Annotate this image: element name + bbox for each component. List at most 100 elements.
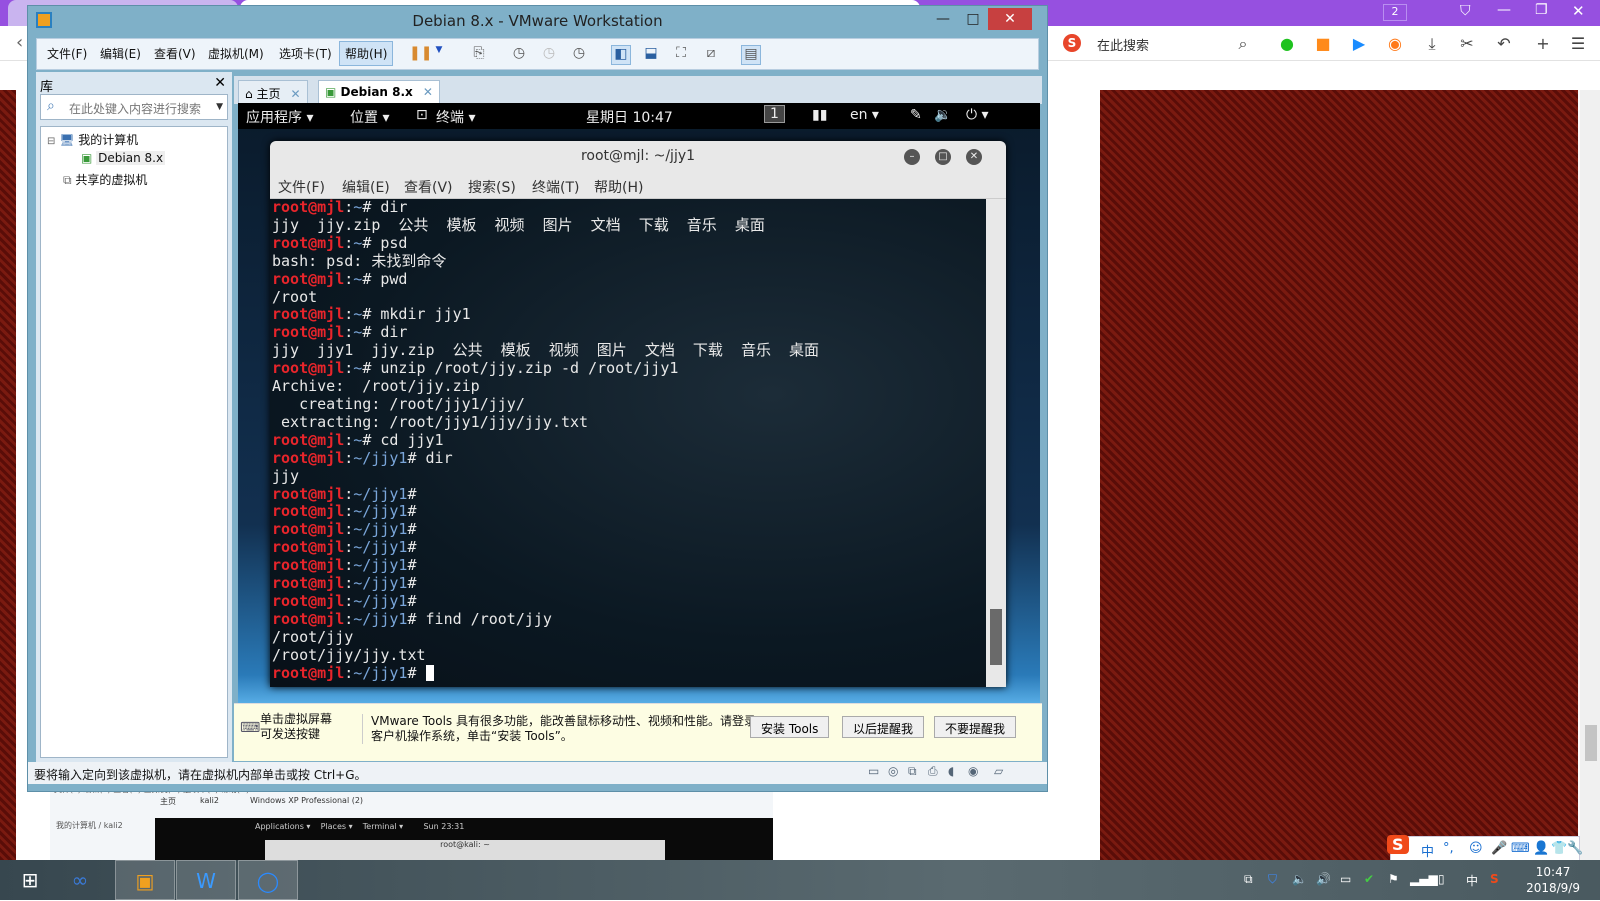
minimize-icon[interactable]: – [904, 149, 920, 165]
wrench-icon[interactable]: 🔧 [1567, 841, 1583, 856]
collapse-icon[interactable]: ⊟ [47, 136, 55, 147]
pause-icon[interactable]: ❚❚ [409, 45, 432, 65]
menu-edit[interactable]: 编辑(E) [100, 45, 141, 62]
menu-file[interactable]: 文件(F) [47, 45, 87, 62]
plus-icon[interactable]: + [1532, 34, 1554, 54]
menu-tabs[interactable]: 选项卡(T) [279, 45, 332, 62]
tray-shield-icon[interactable]: ⛉ [1268, 872, 1277, 887]
wps-taskbar-icon[interactable]: W [176, 860, 236, 900]
menu-icon[interactable]: ☰ [1567, 34, 1589, 54]
sogou-logo-icon[interactable]: S [1387, 835, 1409, 854]
camera-icon[interactable]: ▮▮ [812, 107, 827, 123]
tree-item-my-computer[interactable]: ⊟ 🖥 我的计算机 [47, 131, 138, 148]
dropdown-icon[interactable]: ▼ [216, 102, 223, 112]
tray-sogou-icon[interactable]: S [1490, 872, 1499, 886]
tray-battery-icon[interactable]: ▯ [1438, 872, 1445, 886]
tree-item-shared-vms[interactable]: ⧉ 共享的虚拟机 [63, 171, 147, 188]
never-remind-button[interactable]: 不要提醒我 [934, 716, 1017, 738]
play-icon[interactable]: ▶ [1348, 34, 1370, 54]
ime-lang-toggle[interactable]: 中 [1421, 841, 1434, 860]
tray-speaker-icon[interactable]: 🔈 [1292, 872, 1307, 886]
taskbar-clock[interactable]: 10:47 2018/9/9 [1526, 864, 1580, 896]
keyboard-icon[interactable]: ⌨ [1511, 841, 1530, 856]
tray-signal-icon[interactable]: ▂▄▆ [1410, 872, 1438, 886]
snapshot-take-icon[interactable]: ◷ [509, 45, 529, 65]
thumbnail-view-icon[interactable]: ⬓ [641, 45, 661, 65]
places-menu[interactable]: 位置 ▾ [350, 107, 389, 127]
tab-debian[interactable]: ▣ Debian 8.x ✕ [318, 80, 440, 104]
message-icon[interactable]: ▱ [994, 764, 1010, 780]
back-icon[interactable]: ‹ [16, 32, 23, 53]
tree-item-debian[interactable]: ▣ Debian 8.x [81, 151, 166, 165]
download-icon[interactable]: ⤓ [1421, 34, 1443, 54]
minimize-button[interactable]: — [928, 8, 958, 30]
applications-menu[interactable]: 应用程序 ▾ [246, 107, 313, 127]
undo-icon[interactable]: ↶ [1493, 34, 1515, 54]
vmware-titlebar[interactable]: Debian 8.x - VMware Workstation — □ ✕ [28, 6, 1047, 34]
guest-clock[interactable]: 星期日 10:47 [586, 107, 673, 127]
menu-vm[interactable]: 虚拟机(M) [208, 45, 264, 62]
ime-punct-toggle[interactable]: °, [1443, 841, 1454, 856]
minimize-icon[interactable]: — [1497, 2, 1511, 18]
close-icon[interactable]: ✕ [1572, 2, 1585, 20]
menu-view[interactable]: 查看(V) [154, 45, 196, 62]
printer-icon[interactable]: ⎙ [928, 764, 944, 780]
game-icon[interactable]: ◉ [1384, 34, 1406, 54]
video-icon[interactable]: ■ [1312, 34, 1334, 54]
tab-count-badge[interactable]: 2 [1383, 4, 1407, 21]
baidu-netdisk-icon[interactable]: ∞ [50, 860, 110, 900]
mic-icon[interactable]: 🎤 [1491, 841, 1507, 856]
remind-later-button[interactable]: 以后提醒我 [842, 716, 925, 738]
browser-search-input[interactable]: 在此搜索 [1097, 35, 1149, 54]
language-menu[interactable]: en ▾ [850, 107, 879, 123]
cd-icon[interactable]: ◎ [888, 764, 904, 780]
skin-icon[interactable]: ⛉ [1460, 3, 1471, 19]
close-button[interactable]: ✕ [988, 8, 1032, 30]
snapshot-revert-icon[interactable]: ◷ [539, 45, 559, 65]
vmware-taskbar-icon[interactable]: ▣ [115, 860, 175, 900]
terminal-scrollbar-thumb[interactable] [990, 609, 1002, 665]
menu-search[interactable]: 搜索(S) [468, 177, 516, 197]
console-view-icon[interactable]: ▤ [741, 45, 761, 65]
terminal-app-menu[interactable]: 终端 ▾ [436, 107, 475, 127]
browser-taskbar-icon[interactable]: ◯ [238, 860, 298, 900]
scissors-icon[interactable]: ✂ [1456, 34, 1478, 54]
tab-close-icon[interactable]: ✕ [290, 87, 300, 101]
hard-disk-icon[interactable]: ▭ [868, 764, 884, 780]
unity-icon[interactable]: ⧄ [701, 45, 721, 65]
workspace-indicator[interactable]: 1 [764, 105, 785, 123]
camera-icon[interactable]: ◉ [968, 764, 984, 780]
maximize-button[interactable]: □ [958, 8, 988, 30]
tab-close-icon[interactable]: ✕ [423, 85, 433, 99]
fullscreen-icon[interactable]: ⛶ [671, 45, 691, 65]
search-icon[interactable]: ⌕ [1232, 34, 1254, 54]
tray-ime-lang[interactable]: 中 [1466, 872, 1478, 889]
menu-help[interactable]: 帮助(H) [594, 177, 643, 197]
snapshot-manager-icon[interactable]: ◷ [569, 45, 589, 65]
tray-device-icon[interactable]: ⧉ [1244, 872, 1253, 887]
library-search-input[interactable]: ⌕ 在此处键入内容进行搜索 ▼ [40, 94, 228, 120]
sound-icon[interactable]: ◖ [948, 764, 964, 780]
network-icon[interactable]: ⧉ [908, 764, 924, 780]
menu-file[interactable]: 文件(F) [278, 177, 325, 197]
menu-terminal[interactable]: 终端(T) [532, 177, 579, 197]
tray-flag-icon[interactable]: ⚑ [1388, 872, 1399, 886]
emoji-icon[interactable]: ☺ [1469, 841, 1483, 856]
install-tools-button[interactable]: 安装 Tools [750, 716, 830, 738]
close-icon[interactable]: ✕ [966, 149, 982, 165]
library-close-icon[interactable]: ✕ [214, 75, 226, 91]
terminal-titlebar[interactable]: root@mjl: ~/jjy1 – □ ✕ [270, 141, 1006, 173]
send-ctrl-alt-del-icon[interactable]: ⎘ [469, 45, 489, 65]
tray-monitor-icon[interactable]: ▭ [1340, 872, 1351, 886]
menu-help[interactable]: 帮助(H) [339, 41, 394, 66]
terminal-output[interactable]: root@mjl:~# dir jjy jjy.zip 公共 模板 视频 图片 文… [270, 198, 986, 687]
maximize-icon[interactable]: □ [935, 149, 951, 165]
tab-home[interactable]: ⌂ 主页 ✕ [238, 80, 308, 104]
restore-icon[interactable]: ❐ [1535, 2, 1548, 18]
skin-icon[interactable]: 👕 [1551, 841, 1567, 856]
dropdown-icon[interactable]: ▼ [429, 45, 449, 65]
tray-check-icon[interactable]: ✔ [1364, 872, 1374, 886]
pen-icon[interactable]: ✎ [910, 107, 922, 123]
browser-scrollbar-thumb[interactable] [1585, 725, 1597, 761]
menu-view[interactable]: 查看(V) [404, 177, 453, 197]
